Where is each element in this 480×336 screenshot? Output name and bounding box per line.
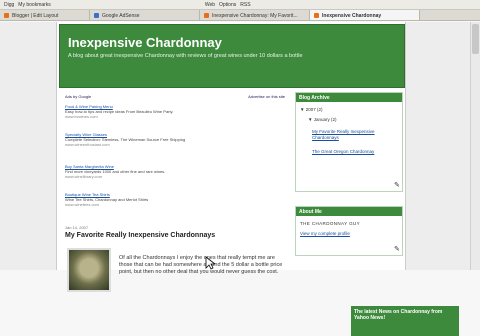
about-name: THE CHARDONNAY GUY (300, 221, 361, 226)
web-button[interactable]: Web (205, 2, 215, 8)
digg-button[interactable]: Digg (4, 2, 14, 8)
archive-post-link[interactable]: The Great Oregon Chardonnay (312, 149, 382, 155)
main-column: Ads by Google Advertise on this site Foo… (59, 92, 291, 292)
ads-header: Ads by Google Advertise on this site (65, 94, 285, 99)
archive-month[interactable]: ▼ January (2) (308, 117, 337, 122)
news-box: The latest News on Chardonnay from Yahoo… (351, 306, 459, 336)
page-viewport: Inexpensive Chardonnay A blog about grea… (0, 22, 480, 336)
archive-post-link[interactable]: My Favorite Really Inexpensive Chardonna… (312, 129, 388, 141)
ad-item[interactable]: Buy Santa Margherita Wine Find more viney… (65, 164, 225, 179)
tab-blog[interactable]: Inexpensive Chardonnay (310, 10, 420, 20)
post-date: Jan 14, 2007 (65, 225, 89, 230)
blogger-icon (204, 13, 209, 18)
post-title[interactable]: My Favorite Really Inexpensive Chardonna… (65, 232, 215, 239)
edit-icon[interactable]: ✎ (394, 181, 400, 189)
wine-photo (67, 248, 111, 292)
ad-item[interactable]: Boutique Wine Tea Shirts Wine Tee Shirts,… (65, 192, 225, 207)
blog-header: Inexpensive Chardonnay A blog about grea… (59, 24, 405, 88)
rss-button[interactable]: RSS (240, 2, 250, 8)
blog-title[interactable]: Inexpensive Chardonnay (68, 35, 222, 50)
blog-archive: Blog Archive ▼ 2007 (2) ▼ January (2) My… (295, 92, 403, 192)
ads-by-google-link[interactable]: Ads by Google (65, 94, 91, 99)
options-button[interactable]: Options (219, 2, 236, 8)
tab-bar: Blogger | Edit Layout Google AdSense Ine… (0, 10, 480, 21)
post-body: Of all the Chardonnays I enjoy the ones … (119, 255, 283, 275)
scrollbar-thumb[interactable] (472, 24, 479, 54)
ad-item[interactable]: Specialty Wine Glasses Complete Selection… (65, 132, 225, 147)
archive-title: Blog Archive (296, 93, 402, 102)
sidebar: Blog Archive ▼ 2007 (2) ▼ January (2) My… (295, 92, 459, 336)
ad-item[interactable]: Food & Wine Pairing Menu Easy how-to tips… (65, 104, 225, 119)
bookmarks-button[interactable]: My bookmarks (18, 2, 51, 8)
google-icon (94, 13, 99, 18)
cursor-icon (205, 256, 215, 270)
blog-container: Inexpensive Chardonnay A blog about grea… (56, 22, 459, 336)
tab-post[interactable]: Inexpensive Chardonnay: My Favorit... (200, 10, 310, 20)
blog-description: A blog about great inexpensive Chardonna… (68, 53, 303, 59)
browser-toolbar: Digg My bookmarks Web Options RSS (0, 0, 480, 10)
tab-adsense[interactable]: Google AdSense (90, 10, 200, 20)
edit-icon[interactable]: ✎ (394, 245, 400, 253)
archive-year[interactable]: ▼ 2007 (2) (300, 107, 323, 112)
about-me: About Me THE CHARDONNAY GUY View my comp… (295, 206, 403, 256)
tab-blogger[interactable]: Blogger | Edit Layout (0, 10, 90, 20)
scrollbar[interactable] (470, 22, 480, 270)
advertise-link[interactable]: Advertise on this site (248, 94, 285, 99)
profile-link[interactable]: View my complete profile (300, 231, 350, 236)
about-title: About Me (296, 207, 402, 216)
blogger-icon (314, 13, 319, 18)
blogger-icon (4, 13, 9, 18)
